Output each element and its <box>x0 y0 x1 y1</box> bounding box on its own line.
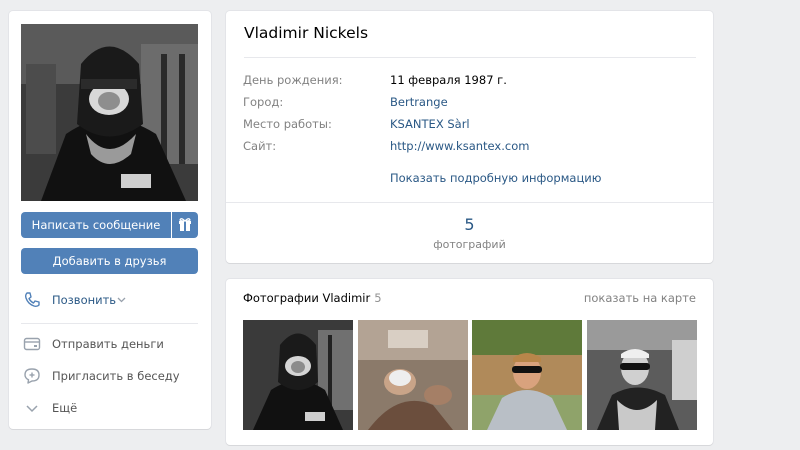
add-friend-button[interactable]: Добавить в друзья <box>21 248 198 274</box>
show-more-info-link[interactable]: Показать подробную информацию <box>390 171 601 185</box>
send-money-label: Отправить деньги <box>52 337 164 351</box>
city-value[interactable]: Bertrange <box>390 95 448 109</box>
more-label: Ещё <box>52 401 78 415</box>
send-money-menu-item[interactable]: Отправить деньги <box>21 332 198 356</box>
photos-card: Фотографии Vladimir 5 показать на карте <box>226 279 713 445</box>
chevron-down-icon <box>117 297 126 303</box>
city-label: Город: <box>243 95 284 109</box>
birthday-value: 11 февраля 1987 г. <box>390 73 507 87</box>
photos-title[interactable]: Фотографии Vladimir 5 <box>243 291 382 305</box>
call-menu-item[interactable]: Позвонить <box>21 288 198 312</box>
photos-counter-value[interactable]: 5 <box>226 215 713 234</box>
photos-counter-label[interactable]: фотографий <box>226 238 713 251</box>
photo-thumbnail[interactable] <box>358 320 468 430</box>
menu-divider <box>21 323 198 324</box>
gift-icon <box>179 218 191 231</box>
chevron-down-icon <box>26 405 38 413</box>
profile-info-card: Vladimir Nickels День рождения: 11 февра… <box>226 11 713 263</box>
send-message-button[interactable]: Написать сообщение <box>21 212 171 238</box>
profile-name: Vladimir Nickels <box>244 24 369 42</box>
name-divider <box>244 57 696 58</box>
photos-count: 5 <box>374 291 382 305</box>
photo-thumbnail[interactable] <box>472 320 582 430</box>
profile-sidebar: Написать сообщение Добавить в друзья Поз… <box>9 11 211 429</box>
money-transfer-icon <box>23 337 41 351</box>
website-value[interactable]: http://www.ksantex.com <box>390 139 529 153</box>
info-divider <box>226 202 713 203</box>
photo-thumbnail[interactable] <box>587 320 697 430</box>
phone-icon <box>24 292 40 308</box>
invite-label: Пригласить в беседу <box>52 369 180 383</box>
chat-add-icon <box>24 368 40 384</box>
show-on-map-link[interactable]: показать на карте <box>584 291 696 305</box>
call-label: Позвонить <box>52 293 117 307</box>
workplace-label: Место работы: <box>243 117 332 131</box>
more-menu-item[interactable]: Ещё <box>21 396 198 420</box>
photos-title-text: Фотографии Vladimir <box>243 291 371 305</box>
profile-avatar[interactable] <box>21 24 198 201</box>
send-gift-button[interactable] <box>172 212 198 238</box>
workplace-value[interactable]: KSANTEX Sàrl <box>390 117 470 131</box>
invite-to-chat-menu-item[interactable]: Пригласить в беседу <box>21 364 198 388</box>
birthday-label: День рождения: <box>243 73 343 87</box>
photo-thumbnail[interactable] <box>243 320 353 430</box>
website-label: Сайт: <box>243 139 277 153</box>
